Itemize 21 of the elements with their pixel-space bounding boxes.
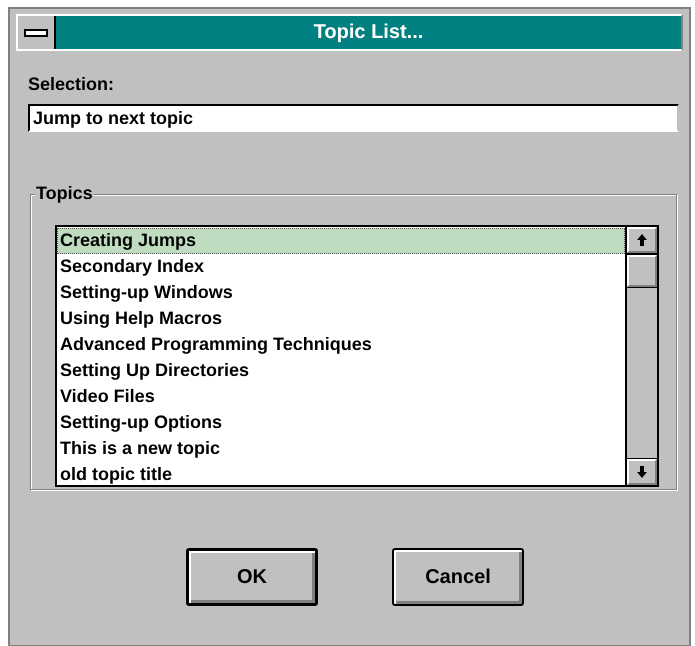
- list-item[interactable]: Advanced Programming Techniques: [57, 332, 625, 358]
- list-item[interactable]: This is a new topic: [57, 436, 625, 462]
- list-item[interactable]: Using Help Macros: [57, 306, 625, 332]
- list-item[interactable]: old topic title: [57, 462, 625, 488]
- minus-icon: [24, 28, 48, 36]
- list-item[interactable]: Secondary Index: [57, 254, 625, 280]
- list-item[interactable]: Setting-up Windows: [57, 280, 625, 306]
- list-item[interactable]: Video Files: [57, 384, 625, 410]
- scroll-up-button[interactable]: [627, 227, 657, 253]
- selection-label: Selection:: [28, 73, 114, 96]
- up-arrow-icon: [636, 233, 648, 247]
- dialog-button[interactable]: OK: [186, 548, 318, 606]
- dialog-button[interactable]: Cancel: [392, 548, 524, 606]
- scroll-down-button[interactable]: [627, 459, 657, 485]
- window-title: Topic List...: [56, 16, 681, 49]
- list-item[interactable]: Creating Jumps: [57, 228, 625, 254]
- selection-field[interactable]: Jump to next topic: [28, 104, 679, 132]
- scroll-thumb[interactable]: [627, 255, 657, 287]
- down-arrow-icon: [636, 465, 648, 479]
- list-item[interactable]: Setting Up Directories: [57, 358, 625, 384]
- list-item[interactable]: Setting-up Options: [57, 410, 625, 436]
